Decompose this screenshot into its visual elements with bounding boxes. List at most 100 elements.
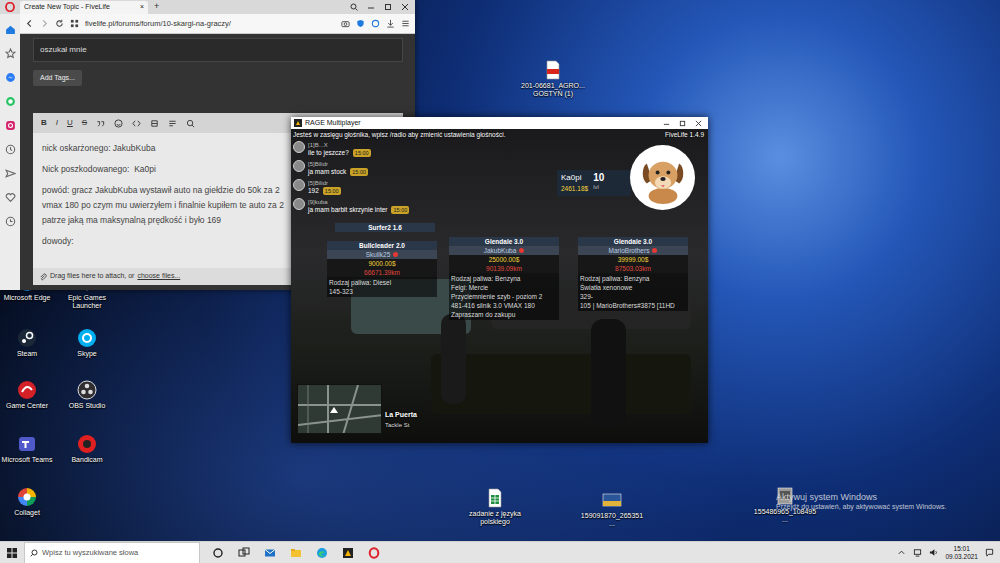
rage-icon[interactable] xyxy=(342,547,354,559)
messenger-icon[interactable] xyxy=(5,72,16,83)
desktop-shortcut[interactable]: Bandicam xyxy=(55,434,119,464)
desktop-shortcut[interactable]: Microsoft Teams xyxy=(0,434,59,464)
steam-icon[interactable] xyxy=(17,328,37,348)
topic-title-field[interactable]: oszukał mnie xyxy=(33,38,403,62)
edge-icon[interactable] xyxy=(316,547,328,559)
tab-title[interactable]: Create New Topic - FiveLife xyxy=(24,2,137,13)
opera-logo-icon[interactable] xyxy=(0,0,20,14)
vehicle-detail: Rodzaj paliwa: Diesel xyxy=(329,278,435,287)
windows-logo-icon[interactable] xyxy=(7,548,17,558)
tab-close[interactable]: × xyxy=(140,2,144,13)
shortcut-label[interactable]: Bandicam xyxy=(55,456,119,464)
choose-files-link[interactable]: choose files... xyxy=(137,271,180,282)
desktop-shortcut[interactable]: 201-06681_AGRO... GOSTYŃ (1) xyxy=(521,60,585,98)
favorites-icon[interactable] xyxy=(5,192,16,203)
bandicam-icon[interactable] xyxy=(77,434,97,454)
desktop-shortcut[interactable]: OBS Studio xyxy=(55,380,119,410)
code-icon[interactable] xyxy=(132,119,141,128)
shortcut-label[interactable]: 159091870_265351... xyxy=(580,512,644,528)
url-field[interactable]: fivelife.pl/forums/forum/10-skargi-na-gr… xyxy=(85,18,335,29)
clock-date[interactable]: 09.03.2021 xyxy=(945,553,978,561)
game-center-icon[interactable] xyxy=(17,380,37,400)
shortcut-label[interactable]: OBS Studio xyxy=(55,402,119,410)
image-file-icon[interactable] xyxy=(602,490,622,510)
desktop-shortcut[interactable]: Collaget xyxy=(0,487,59,517)
vehicle-mileage: 87503.03km xyxy=(578,264,688,273)
desktop-shortcut[interactable]: Skype xyxy=(55,328,119,358)
table-icon[interactable] xyxy=(150,119,159,128)
bookmarks-icon[interactable] xyxy=(5,48,16,59)
desktop-shortcut[interactable]: 159091870_265351... xyxy=(580,490,644,528)
shortcut-label[interactable]: 155486965_108495... xyxy=(753,508,817,524)
shortcut-label[interactable]: Game Center xyxy=(0,402,59,410)
shortcut-label[interactable]: Epic Games Launcher xyxy=(55,294,119,310)
home-icon[interactable] xyxy=(5,24,16,35)
show-hidden-icon[interactable] xyxy=(897,548,906,557)
shortcut-label[interactable]: Microsoft Teams xyxy=(0,456,59,464)
shortcut-label[interactable]: Microsoft Edge xyxy=(0,294,59,302)
strikethrough-button[interactable]: S xyxy=(82,117,87,129)
minimize-icon[interactable] xyxy=(367,3,375,11)
bold-button[interactable]: B xyxy=(41,117,47,129)
explorer-icon[interactable] xyxy=(290,547,302,559)
back-icon[interactable] xyxy=(25,19,34,28)
task-view-icon[interactable] xyxy=(238,547,250,559)
camera-icon[interactable] xyxy=(341,19,350,28)
send-icon[interactable] xyxy=(5,168,16,179)
close-icon[interactable] xyxy=(401,3,409,11)
network-icon[interactable] xyxy=(913,548,922,557)
shortcut-label[interactable]: Steam xyxy=(0,350,59,358)
cortana-icon[interactable] xyxy=(212,547,224,559)
clock[interactable]: 15:01 09.03.2021 xyxy=(945,545,978,561)
clock-time[interactable]: 15:01 xyxy=(945,545,978,553)
quote-icon[interactable] xyxy=(96,119,105,128)
speed-dial-icon[interactable] xyxy=(70,19,79,28)
menu-icon[interactable] xyxy=(401,19,410,28)
add-tags-button[interactable]: Add Tags... xyxy=(33,70,82,86)
desktop-shortcut[interactable]: Game Center xyxy=(0,380,59,410)
close-icon[interactable] xyxy=(695,120,702,127)
whatsapp-icon[interactable] xyxy=(5,96,16,107)
shortcut-label[interactable]: zadanie z języka polskiego xyxy=(463,510,527,526)
obs-icon[interactable] xyxy=(77,380,97,400)
volume-icon[interactable] xyxy=(929,548,938,557)
forward-icon[interactable] xyxy=(40,19,49,28)
spreadsheet-file-icon[interactable] xyxy=(485,488,505,508)
watermark-title: Aktywuj system Windows xyxy=(776,492,946,503)
underline-button[interactable]: U xyxy=(67,117,73,129)
vehicle-card: Surfer2 1.6 xyxy=(335,223,435,232)
download-icon[interactable] xyxy=(386,19,395,28)
skype-icon[interactable] xyxy=(77,328,97,348)
emoji-icon[interactable] xyxy=(114,119,123,128)
teams-icon[interactable] xyxy=(17,434,37,454)
clock-icon[interactable] xyxy=(5,216,16,227)
list-icon[interactable] xyxy=(168,119,177,128)
notifications-icon[interactable] xyxy=(985,548,994,557)
minimize-icon[interactable] xyxy=(663,120,670,127)
reload-icon[interactable] xyxy=(55,19,64,28)
italic-button[interactable]: I xyxy=(56,117,58,129)
preview-icon[interactable] xyxy=(186,119,195,128)
shortcut-label[interactable]: Skype xyxy=(55,350,119,358)
shield-icon[interactable] xyxy=(356,19,365,28)
chat-message: [5]Bilidr19215:00 xyxy=(293,179,423,195)
mail-icon[interactable] xyxy=(264,547,276,559)
maximize-icon[interactable] xyxy=(679,120,686,127)
start-button[interactable] xyxy=(0,548,24,558)
instagram-icon[interactable] xyxy=(5,120,16,131)
shortcut-label[interactable]: Collaget xyxy=(0,509,59,517)
search-tabs-icon[interactable] xyxy=(350,3,358,11)
vpn-icon[interactable] xyxy=(371,19,380,28)
shortcut-label[interactable]: 201-06681_AGRO... GOSTYŃ (1) xyxy=(521,82,585,98)
taskbar-search[interactable] xyxy=(24,542,200,563)
restore-icon[interactable] xyxy=(384,3,392,11)
history-icon[interactable] xyxy=(5,144,16,155)
desktop-shortcut[interactable]: zadanie z języka polskiego xyxy=(463,488,527,526)
pdf-file-icon[interactable] xyxy=(543,60,563,80)
browser-tab[interactable]: Create New Topic - FiveLife × xyxy=(20,1,148,14)
desktop-shortcut[interactable]: Steam xyxy=(0,328,59,358)
new-tab-button[interactable]: + xyxy=(148,0,165,14)
collaget-icon[interactable] xyxy=(17,487,37,507)
opera-icon[interactable] xyxy=(368,547,380,559)
search-input[interactable] xyxy=(42,547,194,558)
